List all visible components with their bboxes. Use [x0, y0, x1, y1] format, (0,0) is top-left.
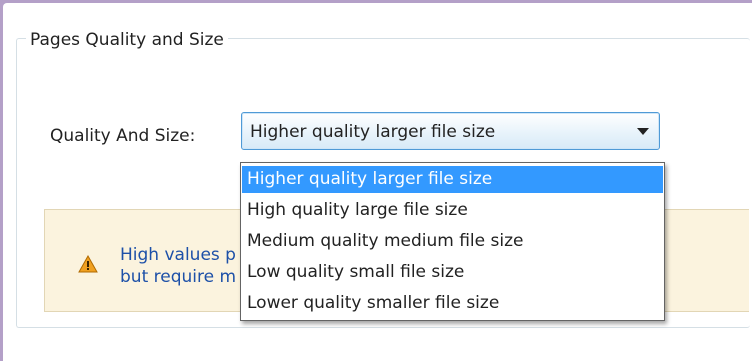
warning-text: High values p but require m	[120, 244, 236, 288]
dropdown-option[interactable]: Lower quality smaller file size	[242, 290, 663, 317]
quality-size-select[interactable]: Higher quality larger file size	[241, 112, 660, 150]
group-title: Pages Quality and Size	[26, 29, 228, 51]
dropdown-option[interactable]: High quality large file size	[242, 197, 663, 224]
dropdown-option[interactable]: Medium quality medium file size	[242, 228, 663, 255]
dropdown-option[interactable]: Low quality small file size	[242, 259, 663, 286]
warning-text-line2: but require m	[120, 267, 237, 287]
chevron-down-icon[interactable]	[637, 128, 649, 135]
warning-icon	[78, 254, 98, 277]
warning-text-line1: High values p	[120, 245, 236, 265]
dropdown-option[interactable]: Higher quality larger file size	[242, 166, 663, 193]
quality-size-label: Quality And Size:	[50, 126, 196, 146]
quality-dropdown-list[interactable]: Higher quality larger file size High qua…	[240, 162, 665, 321]
select-value: Higher quality larger file size	[250, 122, 496, 142]
